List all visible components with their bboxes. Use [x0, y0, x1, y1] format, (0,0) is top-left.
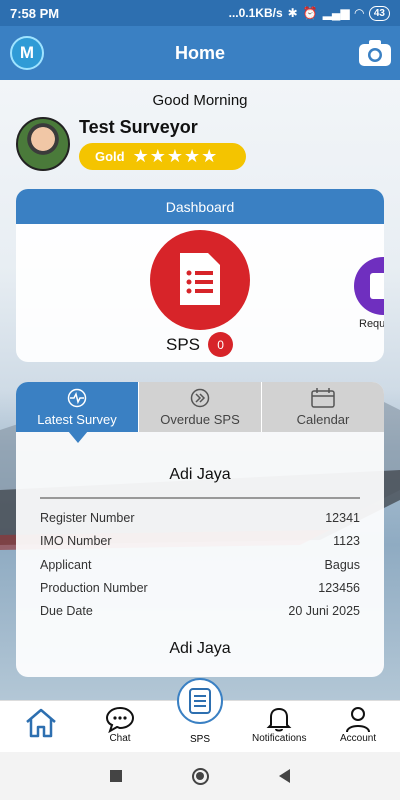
sps-tile[interactable] [150, 230, 250, 330]
calendar-icon [311, 387, 335, 408]
sps-document-icon[interactable] [150, 230, 250, 330]
rank-label: Gold [95, 149, 125, 164]
tab-label: Calendar [296, 411, 350, 427]
detail-label: Due Date [40, 604, 93, 619]
next-survey-title[interactable]: Adi Jaya [16, 640, 384, 658]
sps-count-badge: 0 [208, 332, 234, 357]
detail-value: 20 Juni 2025 [288, 604, 360, 619]
home-button-icon[interactable] [192, 767, 209, 785]
detail-row: Register Number 12341 [40, 511, 360, 534]
status-icons: ...0.1KB/s ✱ ⏰ ▂▄▆ ◠ 43 [228, 5, 390, 21]
request-tile-icon[interactable] [354, 257, 384, 315]
alarm-icon: ⏰ [302, 6, 318, 20]
tab-overdue-sps[interactable]: Overdue SPS [139, 382, 262, 432]
detail-row: Production Number 123456 [40, 581, 360, 604]
tab-calendar[interactable]: Calendar [262, 382, 384, 432]
detail-label: IMO Number [40, 534, 112, 549]
dashboard-card: Dashboard SPS 0 Requ [16, 189, 384, 362]
active-tab-pointer [68, 431, 88, 443]
detail-value: 123456 [318, 580, 360, 595]
person-icon [346, 707, 371, 733]
network-speed: ...0.1KB/s [228, 6, 283, 20]
survey-card: Latest Survey Overdue SPS Calendar Adi J… [16, 382, 384, 677]
sps-label: SPS [166, 334, 201, 354]
sps-fab-label: SPS [189, 734, 210, 745]
detail-row: Due Date 20 Juni 2025 [40, 604, 360, 627]
app-logo[interactable]: M [10, 36, 44, 70]
sps-fab-button[interactable] [177, 678, 223, 724]
app-bar: M Home [0, 26, 400, 80]
avatar[interactable] [16, 117, 70, 171]
double-chevron-icon [190, 388, 210, 407]
tab-label: Latest Survey [37, 411, 117, 427]
greeting-text: Good Morning [152, 92, 248, 109]
survey-title[interactable]: Adi Jaya [16, 466, 384, 484]
camera-icon[interactable] [358, 38, 392, 73]
sps-label-row[interactable]: SPS 0 [166, 332, 234, 357]
bell-icon [266, 707, 292, 732]
detail-value: Bagus [324, 557, 360, 572]
detail-row: Applicant Bagus [40, 558, 360, 581]
detail-row: IMO Number 1123 [40, 534, 360, 557]
request-tile-label[interactable]: Requ [359, 318, 384, 330]
detail-value: 12341 [325, 511, 360, 525]
battery-level: 43 [368, 5, 390, 21]
system-nav-bar [0, 752, 400, 800]
status-time: 7:58 PM [10, 5, 60, 21]
tab-label: Overdue SPS [160, 411, 240, 427]
signal-icon: ▂▄▆ [322, 6, 350, 20]
detail-label: Applicant [40, 557, 92, 572]
activity-icon [67, 388, 87, 407]
document-icon [189, 688, 211, 714]
user-name: Test Surveyor [79, 117, 198, 137]
rank-badge: Gold ★★★★★ [79, 143, 246, 170]
detail-label: Production Number [40, 580, 148, 595]
status-bar: 7:58 PM ...0.1KB/s ✱ ⏰ ▂▄▆ ◠ 43 [0, 0, 400, 26]
divider [40, 497, 360, 499]
detail-label: Register Number [40, 511, 135, 525]
detail-value: 1123 [333, 534, 360, 549]
star-rating: ★★★★★ [132, 146, 219, 166]
tab-latest-survey[interactable]: Latest Survey [16, 382, 139, 432]
wifi-icon: ◠ [354, 6, 364, 20]
page-title: Home [174, 42, 225, 63]
back-icon[interactable] [279, 769, 290, 783]
dashboard-header: Dashboard [16, 189, 384, 224]
recents-icon[interactable] [110, 770, 122, 782]
bluetooth-icon: ✱ [287, 6, 298, 20]
chat-icon [105, 706, 135, 733]
survey-details: Register Number 12341 IMO Number 1123 Appl… [40, 511, 360, 627]
survey-tabs: Latest Survey Overdue SPS Calendar [16, 382, 384, 432]
